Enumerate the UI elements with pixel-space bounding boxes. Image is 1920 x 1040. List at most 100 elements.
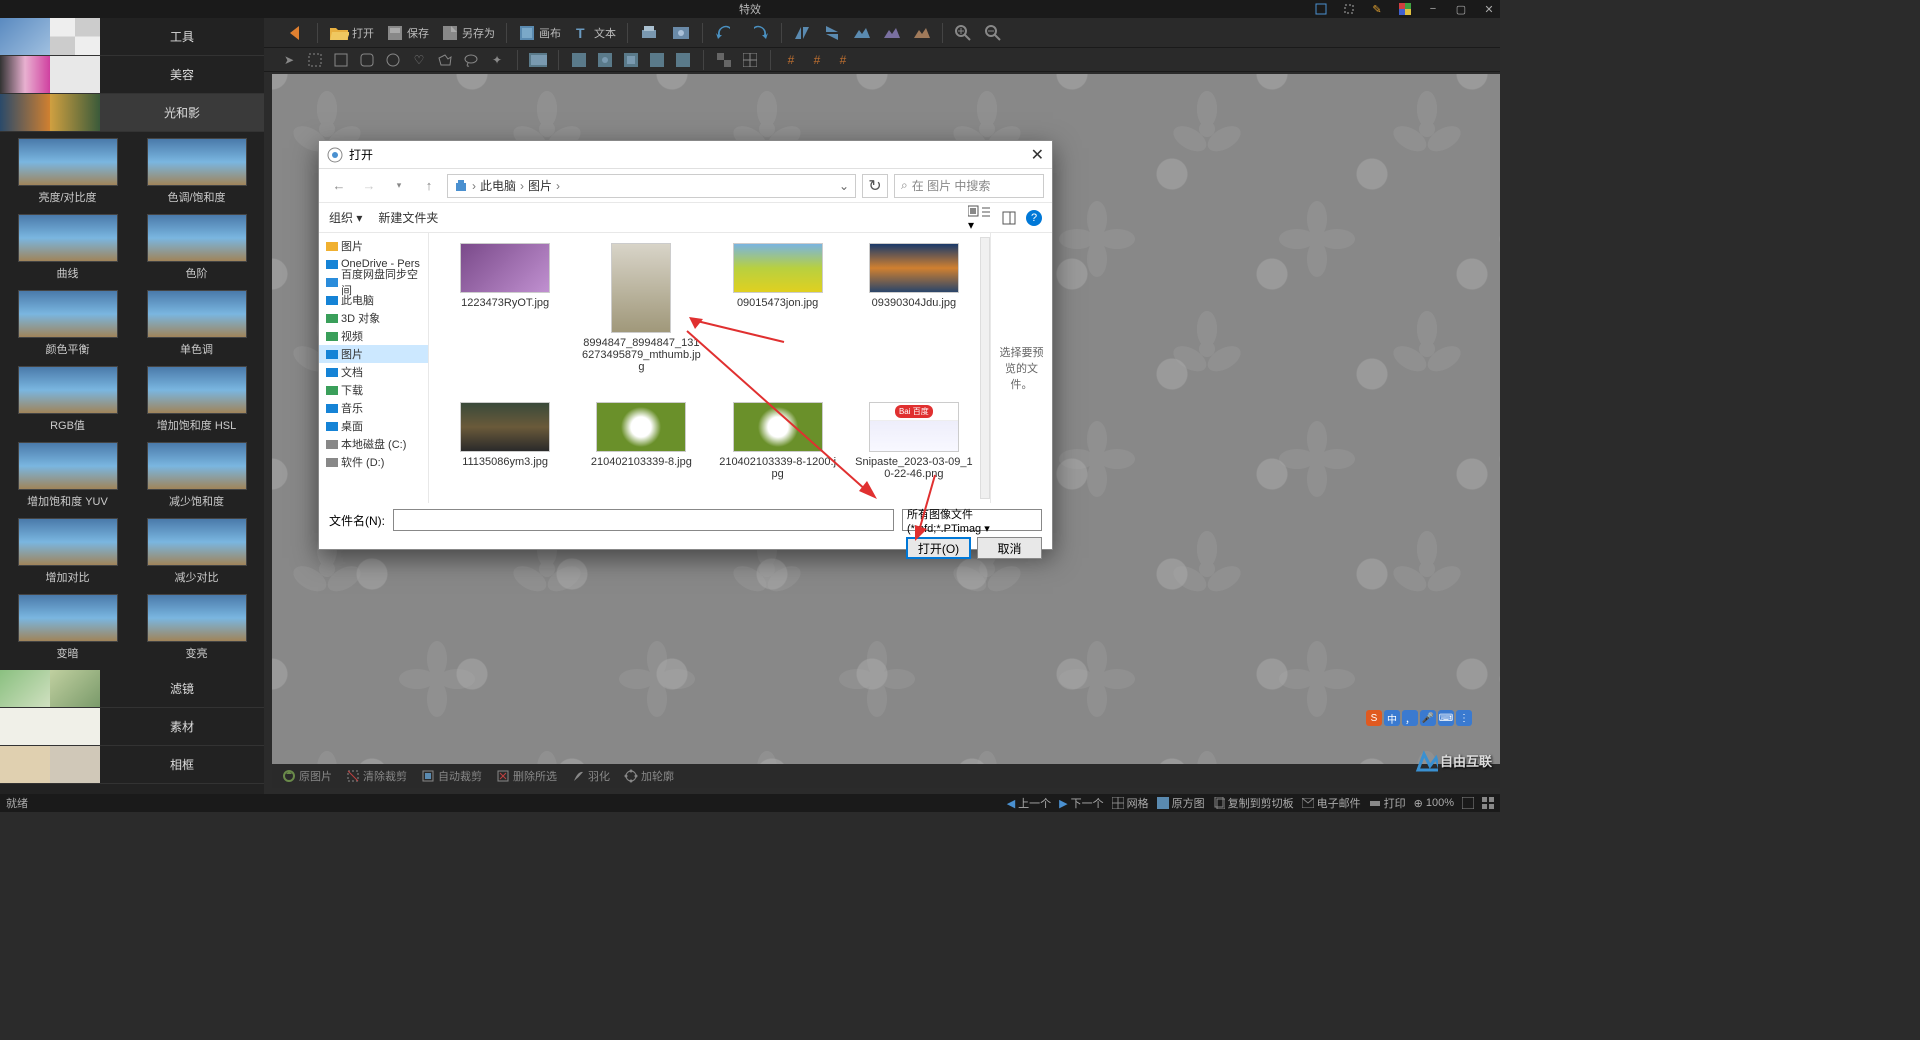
status-prev[interactable]: ◀上一个 (1007, 795, 1051, 811)
nav-up-button[interactable]: ↑ (417, 174, 441, 198)
status-zoom[interactable]: ⊕100% (1414, 795, 1454, 811)
effect-item[interactable]: 增加饱和度 HSL (135, 366, 258, 436)
titlebar-icon-1[interactable] (1314, 2, 1328, 16)
status-copy[interactable]: 复制到剪切板 (1213, 795, 1294, 811)
tree-item[interactable]: 3D 对象 (319, 309, 428, 327)
circle-tool[interactable] (384, 51, 402, 69)
file-grid[interactable]: 1223473RyOT.jpg8994847_8994847_131627349… (429, 233, 990, 503)
flip-v-button[interactable] (819, 23, 845, 43)
dialog-close-button[interactable]: ✕ (1031, 145, 1044, 165)
filename-input[interactable] (393, 509, 894, 531)
tree-item[interactable]: 桌面 (319, 417, 428, 435)
wand-tool[interactable]: ✦ (488, 51, 506, 69)
rotate-1-button[interactable] (849, 24, 875, 42)
preview-button[interactable] (667, 22, 695, 44)
view-mode-button[interactable]: ▾ (968, 204, 992, 232)
polygon-tool[interactable] (436, 51, 454, 69)
file-item[interactable]: 09015473jon.jpg (712, 239, 844, 390)
effect-item[interactable]: 增加对比 (6, 518, 129, 588)
address-bar[interactable]: › 此电脑 › 图片 › ⌄ (447, 174, 856, 198)
effect-item[interactable]: 亮度/对比度 (6, 138, 129, 208)
titlebar-icon-2[interactable] (1342, 2, 1356, 16)
tree-item[interactable]: 图片 (319, 345, 428, 363)
ime-toolbar[interactable]: S 中 ， 🎤 ⌨ ⋮ (1366, 710, 1472, 726)
checker-tool[interactable] (715, 51, 733, 69)
dialog-cancel-button[interactable]: 取消 (977, 537, 1042, 559)
status-next[interactable]: ▶下一个 (1059, 795, 1103, 811)
status-view2[interactable] (1482, 795, 1494, 811)
effect-item[interactable]: 减少对比 (135, 518, 258, 588)
cat-material[interactable]: 素材 (0, 708, 264, 746)
cat-filter[interactable]: 滤镜 (0, 670, 264, 708)
status-print[interactable]: 打印 (1369, 795, 1406, 811)
status-mail[interactable]: 电子邮件 (1302, 795, 1361, 811)
tree-item[interactable]: 视频 (319, 327, 428, 345)
organize-button[interactable]: 组织 ▾ (329, 209, 362, 226)
nav-back-button[interactable]: ← (327, 174, 351, 198)
status-grid[interactable]: 网格 (1112, 795, 1149, 811)
cat-frame[interactable]: 相框 (0, 746, 264, 784)
file-item[interactable]: 11135086ym3.jpg (439, 398, 571, 497)
undo-button[interactable] (710, 21, 740, 45)
heart-tool[interactable]: ♡ (410, 51, 428, 69)
print-button[interactable] (635, 22, 663, 44)
sq-tool-3[interactable] (622, 51, 640, 69)
effect-item[interactable]: 色调/饱和度 (135, 138, 258, 208)
img-tool-1[interactable] (529, 51, 547, 69)
tree-item[interactable]: 本地磁盘 (C:) (319, 435, 428, 453)
redo-button[interactable] (744, 21, 774, 45)
text-button[interactable]: T文本 (569, 22, 620, 44)
effect-item[interactable]: 变亮 (135, 594, 258, 664)
rect-tool[interactable] (332, 51, 350, 69)
file-item[interactable]: 1223473RyOT.jpg (439, 239, 571, 390)
effect-item[interactable]: 减少饱和度 (135, 442, 258, 512)
new-folder-button[interactable]: 新建文件夹 (378, 209, 438, 226)
nav-recent-button[interactable]: ▾ (387, 174, 411, 198)
bottom-feather[interactable]: 羽化 (571, 768, 610, 784)
file-item[interactable]: 210402103339-8-1200.jpg (712, 398, 844, 497)
effect-item[interactable]: RGB值 (6, 366, 129, 436)
effect-item[interactable]: 变暗 (6, 594, 129, 664)
effect-item[interactable]: 颜色平衡 (6, 290, 129, 360)
grid-orange-2[interactable]: # (808, 51, 826, 69)
close-button[interactable]: ✕ (1482, 2, 1496, 16)
bottom-clear[interactable]: 清除裁剪 (346, 768, 407, 784)
zoom-out-button[interactable] (980, 22, 1006, 44)
tree-item[interactable]: 软件 (D:) (319, 453, 428, 471)
status-orig[interactable]: 原方图 (1157, 795, 1205, 811)
rotate-2-button[interactable] (879, 24, 905, 42)
cat-tools[interactable]: 工具 (0, 18, 264, 56)
saveas-button[interactable]: 另存为 (437, 22, 499, 44)
sq-tool-1[interactable] (570, 51, 588, 69)
rounded-rect-tool[interactable] (358, 51, 376, 69)
zoom-in-button[interactable] (950, 22, 976, 44)
sq-tool-4[interactable] (648, 51, 666, 69)
ime-logo[interactable]: S (1366, 710, 1382, 726)
help-button[interactable]: ? (1026, 210, 1042, 226)
refresh-button[interactable]: ↻ (862, 174, 888, 198)
sq-tool-5[interactable] (674, 51, 692, 69)
canvas-button[interactable]: 画布 (514, 22, 565, 44)
nav-fwd-button[interactable]: → (357, 174, 381, 198)
preview-pane-button[interactable] (1002, 211, 1016, 225)
tree-item[interactable]: 文档 (319, 363, 428, 381)
open-button[interactable]: 打开 (325, 22, 378, 44)
file-item[interactable]: Bai 百度Snipaste_2023-03-09_10-22-46.png (848, 398, 980, 497)
titlebar-icon-pencil[interactable]: ✎ (1370, 2, 1384, 16)
flip-h-button[interactable] (789, 23, 815, 43)
grid-tool[interactable] (741, 51, 759, 69)
pointer-tool[interactable]: ➤ (280, 51, 298, 69)
grid-orange-3[interactable]: # (834, 51, 852, 69)
ime-menu[interactable]: ⋮ (1456, 710, 1472, 726)
tree-item[interactable]: 百度网盘同步空间 (319, 273, 428, 291)
bottom-auto[interactable]: 自动裁剪 (421, 768, 482, 784)
file-scrollbar[interactable] (980, 237, 990, 499)
maximize-button[interactable]: ▢ (1454, 2, 1468, 16)
titlebar-icon-palette[interactable] (1398, 2, 1412, 16)
bottom-reset[interactable]: 原图片 (282, 768, 332, 784)
effect-item[interactable]: 增加饱和度 YUV (6, 442, 129, 512)
effect-item[interactable]: 色阶 (135, 214, 258, 284)
tree-item[interactable]: 图片 (319, 237, 428, 255)
file-item[interactable]: 8994847_8994847_1316273495879_mthumb.jpg (575, 239, 707, 390)
ime-punct[interactable]: ， (1402, 710, 1418, 726)
